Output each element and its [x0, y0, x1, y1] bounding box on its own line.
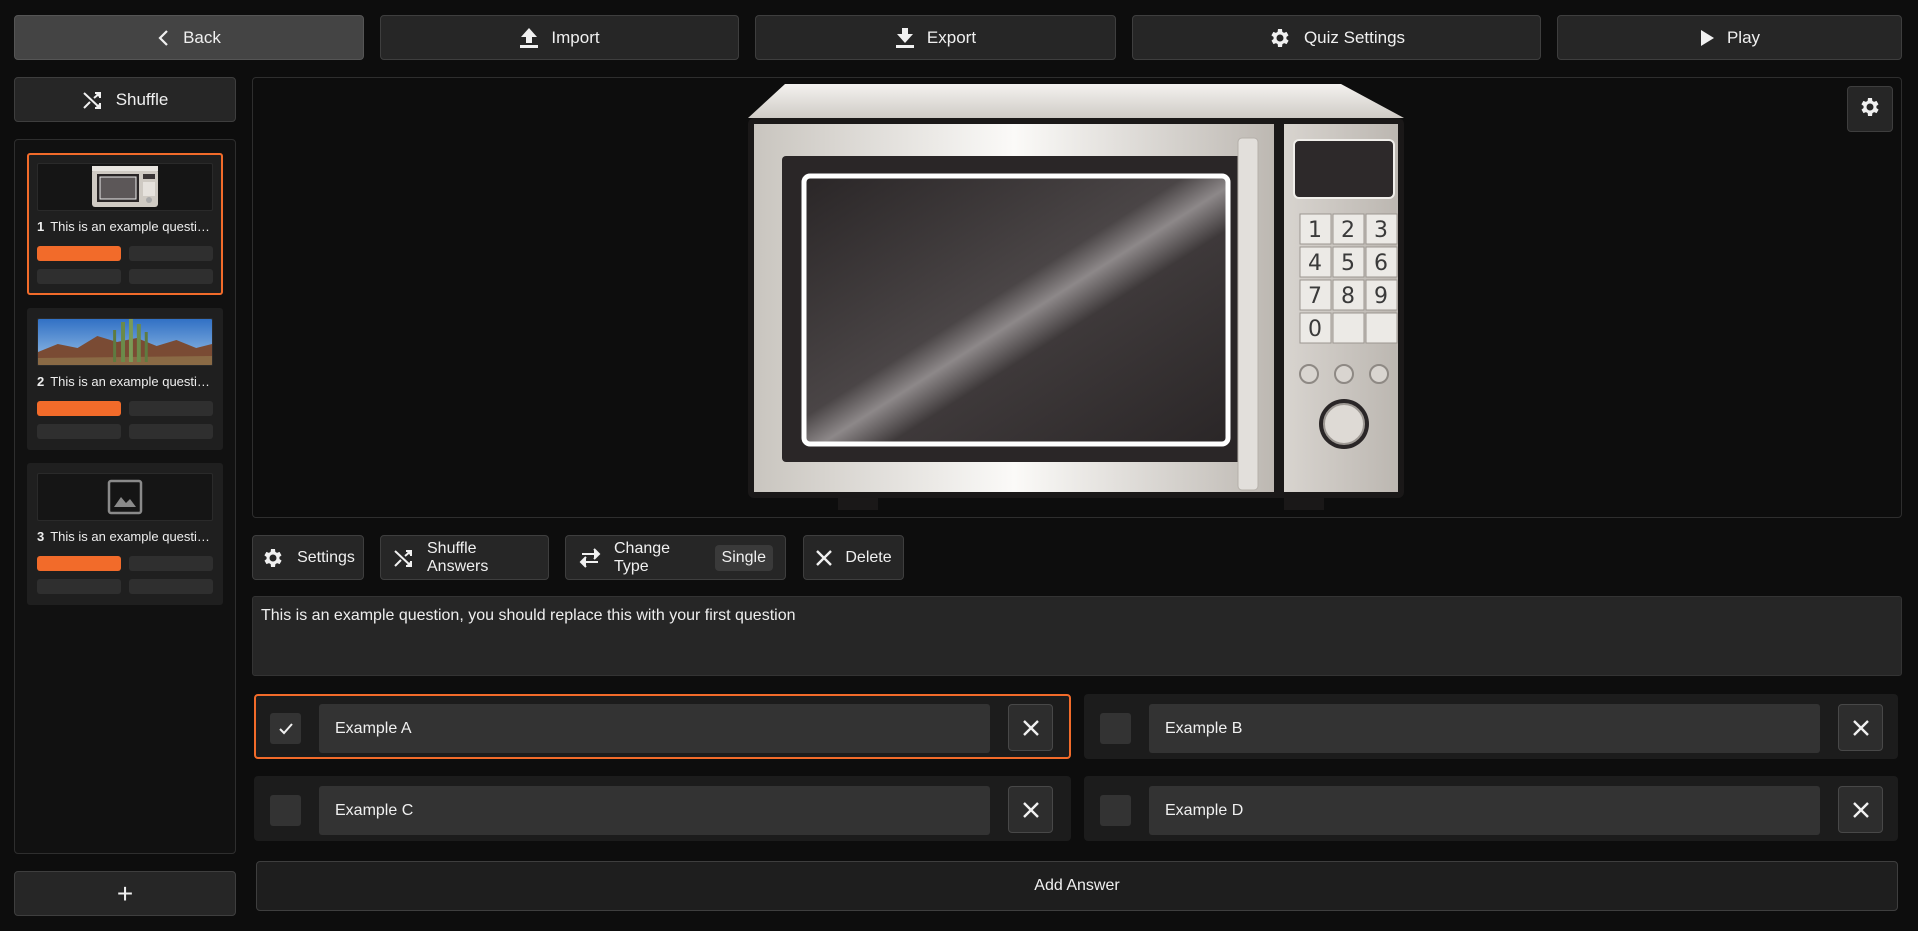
remove-answer-button[interactable] [1838, 786, 1883, 833]
svg-text:8: 8 [1341, 284, 1355, 309]
svg-text:0: 0 [1308, 317, 1322, 342]
svg-text:7: 7 [1308, 284, 1322, 309]
shuffle-icon [393, 547, 415, 569]
answer-preview-correct [37, 401, 121, 416]
chevron-left-icon [157, 29, 171, 46]
remove-answer-button[interactable] [1838, 704, 1883, 751]
answer-preview [129, 424, 213, 439]
gear-icon [1858, 95, 1882, 124]
correct-answer-checkbox[interactable] [270, 795, 301, 826]
close-icon [815, 549, 833, 567]
answer-option-b: Example B [1084, 694, 1898, 759]
svg-text:5: 5 [1341, 251, 1355, 276]
close-icon [1852, 719, 1869, 736]
svg-text:4: 4 [1308, 251, 1322, 276]
change-type-label: Change Type [614, 539, 671, 575]
import-label: Import [551, 27, 600, 47]
svg-text:9: 9 [1374, 284, 1388, 309]
answer-preview-correct [37, 556, 121, 571]
quiz-settings-label: Quiz Settings [1303, 27, 1406, 47]
swap-arrows-icon [578, 547, 602, 569]
question-thumbnail [37, 163, 213, 211]
answer-text-input[interactable]: Example A [319, 704, 990, 753]
shuffle-questions-button[interactable]: Shuffle [14, 77, 236, 122]
gear-icon [261, 546, 285, 570]
question-thumbnail [37, 473, 213, 521]
media-settings-button[interactable] [1847, 86, 1893, 132]
export-button[interactable]: Export [755, 15, 1116, 60]
answer-text-input[interactable]: Example D [1149, 786, 1820, 835]
close-icon [1022, 801, 1039, 818]
remove-answer-button[interactable] [1008, 704, 1053, 751]
answer-preview [129, 579, 213, 594]
svg-text:1: 1 [1308, 218, 1322, 243]
answer-option-a: Example A [254, 694, 1071, 759]
check-icon [278, 722, 293, 734]
answer-text-input[interactable]: Example C [319, 786, 990, 835]
quiz-settings-button[interactable]: Quiz Settings [1132, 15, 1541, 60]
download-icon [895, 27, 915, 49]
answer-preview [129, 269, 213, 284]
play-button[interactable]: Play [1557, 15, 1902, 60]
question-card-3[interactable]: 3This is an example question, you should… [27, 463, 223, 605]
back-label: Back [183, 27, 221, 47]
answer-preview [37, 424, 121, 439]
answer-preview [37, 269, 121, 284]
answer-preview [129, 246, 213, 261]
shuffle-icon [82, 89, 104, 111]
back-button[interactable]: Back [14, 15, 364, 60]
play-label: Play [1726, 27, 1761, 47]
import-button[interactable]: Import [380, 15, 739, 60]
close-icon [1852, 801, 1869, 818]
settings-label: Settings [297, 548, 355, 566]
shuffle-answers-label: Shuffle Answers [427, 539, 489, 575]
question-card-title: 1This is an example question, you should… [37, 219, 213, 234]
question-list: 1This is an example question, you should… [14, 139, 236, 854]
question-card-title: 3This is an example question, you should… [37, 529, 213, 544]
svg-text:3: 3 [1374, 218, 1388, 243]
svg-text:6: 6 [1374, 251, 1388, 276]
correct-answer-checkbox[interactable] [1100, 713, 1131, 744]
add-answer-button[interactable]: Add Answer [256, 861, 1898, 911]
microwave-image [92, 166, 158, 207]
remove-answer-button[interactable] [1008, 786, 1053, 833]
add-question-button[interactable]: + [14, 871, 236, 916]
question-card-2[interactable]: 2This is an example question, you should… [27, 308, 223, 450]
close-icon [1022, 719, 1039, 736]
answer-preview [129, 401, 213, 416]
svg-text:2: 2 [1341, 218, 1355, 243]
answer-preview [129, 556, 213, 571]
answer-preview-correct [37, 246, 121, 261]
question-card-1[interactable]: 1This is an example question, you should… [27, 153, 223, 295]
plus-icon: + [116, 877, 134, 909]
answer-option-d: Example D [1084, 776, 1898, 841]
question-type-badge: Single [714, 544, 773, 571]
image-placeholder-icon [107, 479, 143, 515]
shuffle-label: Shuffle [115, 89, 169, 109]
play-icon [1699, 29, 1715, 47]
desert-cactus-image [38, 319, 212, 365]
gear-icon [1268, 26, 1292, 50]
answer-preview [37, 579, 121, 594]
upload-icon [519, 27, 539, 49]
question-thumbnail [37, 318, 213, 366]
question-text-input[interactable]: This is an example question, you should … [252, 596, 1902, 676]
change-type-button[interactable]: Change Type Single [565, 535, 786, 580]
export-label: Export [926, 27, 977, 47]
delete-question-button[interactable]: Delete [803, 535, 904, 580]
question-settings-button[interactable]: Settings [252, 535, 364, 580]
correct-answer-checkbox[interactable] [270, 713, 301, 744]
shuffle-answers-button[interactable]: Shuffle Answers [380, 535, 549, 580]
question-card-title: 2This is an example question, you should… [37, 374, 213, 389]
answer-option-c: Example C [254, 776, 1071, 841]
answer-text-input[interactable]: Example B [1149, 704, 1820, 753]
delete-label: Delete [845, 548, 892, 566]
question-media-panel[interactable]: 123 456 789 0 [252, 77, 1902, 518]
correct-answer-checkbox[interactable] [1100, 795, 1131, 826]
microwave-image: 123 456 789 0 [748, 84, 1404, 510]
